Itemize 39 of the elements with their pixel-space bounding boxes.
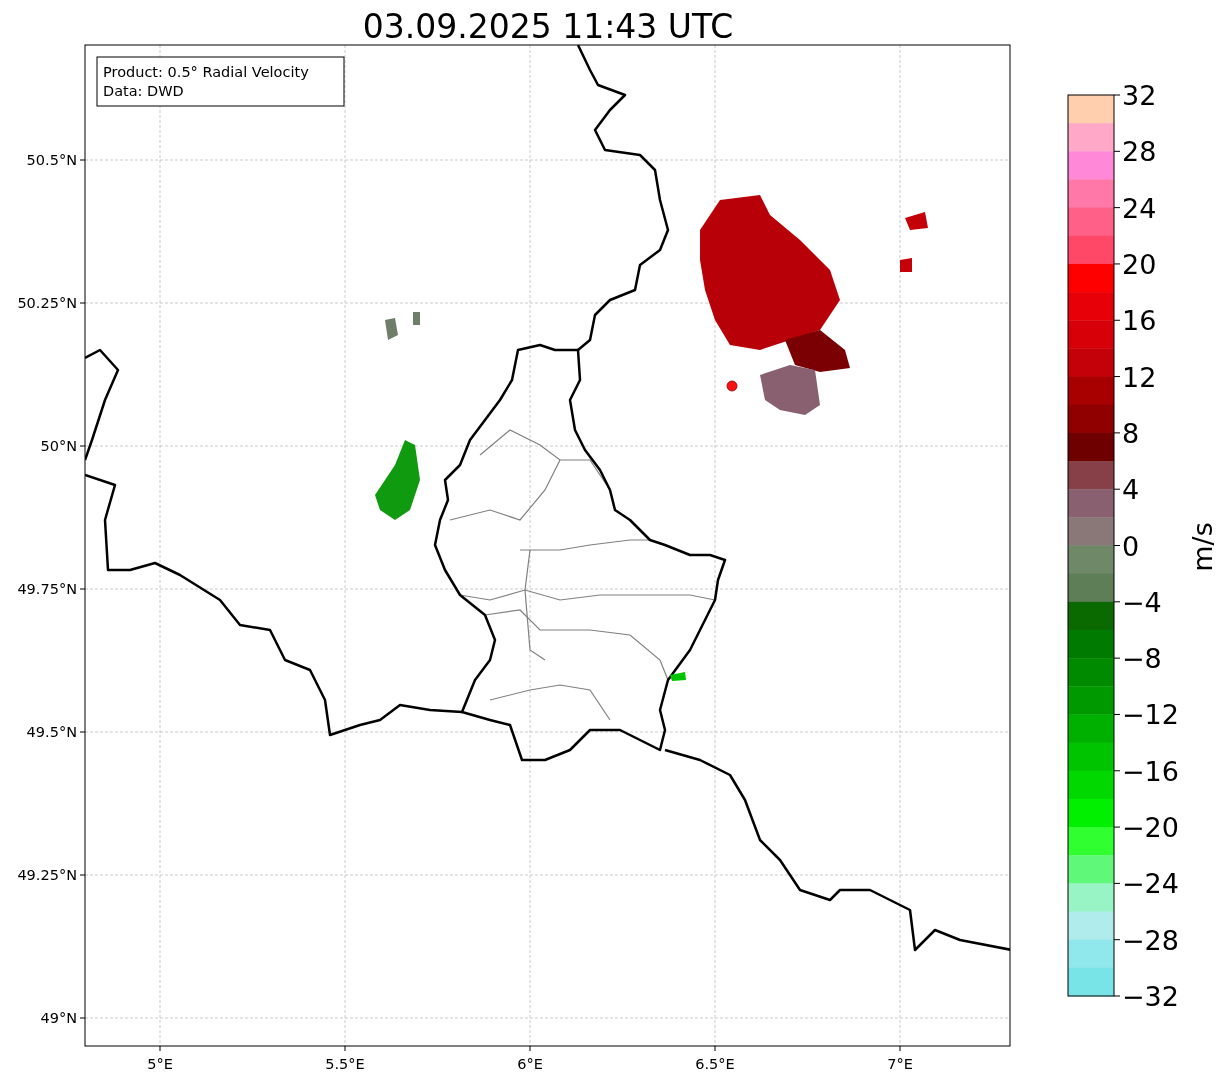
longitude-label: 7°E: [887, 1056, 913, 1072]
colorbar-tick-label: 8: [1122, 417, 1140, 449]
chart-title: 03.09.2025 11:43 UTC: [362, 7, 734, 46]
colorbar-tick-label: 0: [1122, 530, 1140, 562]
colorbar-tick-label: −12: [1122, 699, 1179, 731]
longitude-label: 5.5°E: [325, 1056, 365, 1072]
latitude-label: 49.25°N: [17, 867, 77, 883]
colorbar-tick-label: 4: [1122, 474, 1140, 506]
radar-echo: [385, 318, 398, 340]
colorbar-tick-label: 32: [1122, 80, 1157, 111]
colorbar-tick-label: −28: [1122, 924, 1179, 956]
colorbar-tick-label: 24: [1122, 192, 1157, 224]
colorbar-tick-label: −16: [1122, 755, 1179, 787]
longitude-label: 6°E: [517, 1056, 543, 1072]
radar-site-marker: [726, 380, 738, 392]
latitude-label: 49.5°N: [26, 724, 77, 740]
radar-echo: [905, 212, 928, 230]
radar-echo: [413, 312, 420, 325]
longitude-label: 6.5°E: [695, 1056, 735, 1072]
colorbar-tick-label: −24: [1122, 868, 1179, 900]
colorbar-tick-label: 20: [1122, 248, 1157, 280]
colorbar-tick-label: −8: [1122, 643, 1162, 675]
colorbar-tick-label: 16: [1122, 305, 1157, 337]
radar-echo: [760, 365, 820, 415]
colorbar-unit-label: m/s: [1187, 522, 1218, 572]
colorbar-tick-label: −4: [1122, 586, 1162, 618]
latitude-label: 50.25°N: [17, 295, 77, 311]
info-text: Product: 0.5° Radial Velocity: [103, 64, 309, 80]
info-text: Data: DWD: [103, 83, 184, 99]
colorbar-tick-label: −32: [1122, 981, 1179, 1012]
colorbar-tick-label: 28: [1122, 136, 1157, 168]
radar-echo: [670, 672, 686, 681]
latitude-label: 49°N: [40, 1010, 77, 1026]
latitude-label: 50°N: [40, 438, 77, 454]
latitude-label: 49.75°N: [17, 581, 77, 597]
longitude-label: 5°E: [147, 1056, 173, 1072]
colorbar-tick-label: −20: [1122, 812, 1179, 844]
latitude-label: 50.5°N: [26, 152, 77, 168]
colorbar-tick-label: 12: [1122, 361, 1157, 393]
